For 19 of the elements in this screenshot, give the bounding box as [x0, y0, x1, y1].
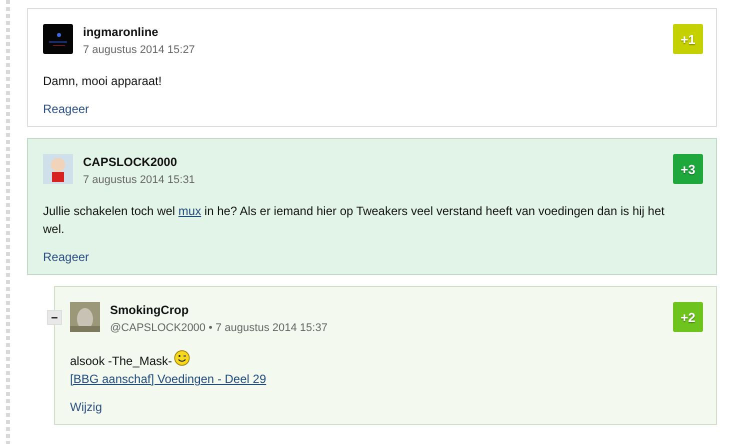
comment-text: alsook -The_Mask- [BBG aanschaf] Voedingen - Deel 29	[70, 350, 703, 388]
score-badge: +3	[673, 154, 703, 184]
author-name: CAPSLOCK2000	[83, 155, 178, 169]
link[interactable]: mux	[178, 204, 202, 218]
comment-date: @CAPSLOCK2000 • 7 augustus 2014 15:37	[110, 322, 328, 334]
author-name: ingmaronline	[83, 25, 160, 39]
comment-action-link[interactable]: Wijzig	[70, 400, 102, 414]
smiley-icon	[174, 350, 190, 366]
comment-action-link[interactable]: Reageer	[43, 102, 90, 116]
comment-date: 7 augustus 2014 15:27	[83, 44, 196, 56]
comment-date: 7 augustus 2014 15:31	[83, 174, 196, 186]
score-badge: +2	[673, 302, 703, 332]
comment-action-link[interactable]: Reageer	[43, 250, 90, 264]
score-badge: +1	[673, 24, 703, 54]
collapse-button[interactable]: –	[47, 310, 62, 325]
comment-text: Jullie schakelen toch wel mux in he? Als er iemand hier op Tweakers veel verstand heeft van voedingen dan is hij het wel.	[43, 203, 666, 238]
link[interactable]: [BBG aanschaf] Voedingen - Deel 29	[70, 372, 266, 386]
author-name: SmokingCrop	[110, 303, 190, 317]
comment-text: Damn, mooi apparaat!	[43, 73, 163, 90]
